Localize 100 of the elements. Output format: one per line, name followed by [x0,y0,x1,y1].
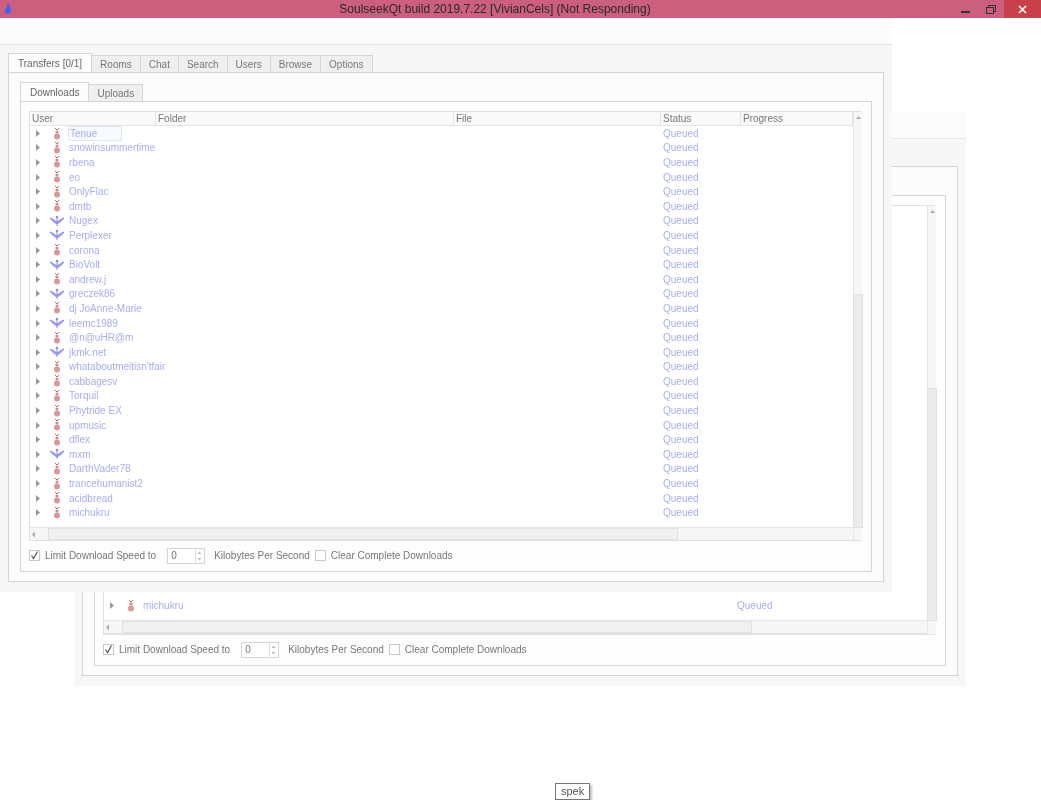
expand-arrow-icon[interactable] [36,144,40,152]
close-button[interactable] [1004,0,1041,18]
user-name[interactable]: OnlyFlac [68,185,110,199]
tab[interactable]: Transfers [0/1] [8,53,93,72]
expand-arrow-icon[interactable] [36,217,40,225]
expand-arrow-icon[interactable] [36,130,40,137]
expand-arrow-icon[interactable] [36,509,40,517]
user-name[interactable]: dmtb [68,199,93,213]
user-name[interactable]: mxm [68,447,92,461]
expand-arrow-icon[interactable] [36,202,40,210]
status-text: Queued [662,361,699,373]
status-text: Queued [662,434,699,446]
checkbox[interactable] [29,550,40,561]
scroll-left-icon[interactable] [104,622,112,632]
user-name[interactable]: eo [68,170,82,184]
expand-arrow-icon[interactable] [36,334,40,342]
tab[interactable]: Browse [269,55,322,72]
column-header[interactable]: Status [661,112,741,125]
limit-speed-label: Limit Download Speed to [45,550,157,561]
status-text: Queued [662,259,699,271]
status-text: Queued [662,229,699,241]
user-name[interactable]: Torquil [68,389,100,403]
user-name[interactable]: Nugex [68,214,99,228]
spin-field[interactable]: 0 [241,641,280,658]
expand-arrow-icon[interactable] [36,421,40,429]
expand-arrow-icon[interactable] [36,188,40,196]
expand-arrow-icon[interactable] [110,602,114,610]
user-name[interactable]: michukru [68,506,111,520]
user-name[interactable]: jkmk.net [68,345,108,359]
expand-arrow-icon[interactable] [36,173,40,181]
user-name[interactable]: upmusic [68,418,108,432]
expand-arrow-icon[interactable] [36,319,40,327]
user-name[interactable]: Perplexer [68,228,113,242]
user-name[interactable]: dflex [68,433,92,447]
expand-arrow-icon[interactable] [36,304,40,312]
scroll-left-icon[interactable] [30,529,38,539]
user-name[interactable]: greczek86 [68,287,117,301]
expand-arrow-icon[interactable] [36,450,40,458]
bird-icon [50,448,64,461]
tab[interactable]: Uploads [88,84,144,101]
speed-unit-label: Kilobytes Per Second [288,644,384,655]
user-name[interactable]: @n@uHR@m [68,331,135,345]
expand-arrow-icon[interactable] [36,348,40,356]
checkbox[interactable] [103,644,114,655]
expand-arrow-icon[interactable] [36,231,40,239]
user-name[interactable]: cabbagesv [68,374,119,388]
person-icon [53,302,61,315]
user-name[interactable]: whataboutmeitisn'tfair [68,360,167,374]
expand-arrow-icon[interactable] [36,159,40,166]
user-name[interactable]: andrew.j [68,272,108,286]
bird-icon [50,287,64,300]
status-text: Queued [662,346,699,358]
column-header[interactable]: File [454,112,661,125]
expand-arrow-icon[interactable] [36,407,40,415]
person-icon [53,462,61,475]
user-name[interactable]: leemc1989 [68,316,119,330]
expand-arrow-icon[interactable] [36,377,40,385]
user-name[interactable]: BioVolt [68,258,102,272]
expand-arrow-icon[interactable] [36,392,40,400]
user-name[interactable]: snowinsummertime [68,141,157,155]
expand-arrow-icon[interactable] [36,480,40,488]
vertical-scrollbar[interactable] [853,112,862,540]
user-name[interactable]: acidbread [68,491,114,505]
user-name[interactable]: Phytride EX [68,404,123,418]
expand-arrow-icon[interactable] [36,290,40,298]
tab[interactable]: Options [320,55,373,72]
horizontal-scrollbar[interactable] [30,527,853,540]
column-header[interactable]: Folder [156,112,454,125]
vertical-scrollbar[interactable] [927,206,936,633]
user-name[interactable]: michukru [142,599,185,613]
person-icon [53,477,61,490]
status-text: Queued [662,463,699,475]
user-name[interactable]: trancehumanist2 [68,477,144,491]
user-name[interactable]: DarthVader78 [68,462,132,476]
expand-arrow-icon[interactable] [36,465,40,473]
tab[interactable]: Downloads [20,82,90,101]
expand-arrow-icon[interactable] [36,363,40,371]
tab[interactable]: Chat [139,55,179,72]
status-text: Queued [662,142,699,154]
close-icon [1018,4,1027,14]
horizontal-scrollbar[interactable] [104,620,927,633]
tab[interactable]: Search [177,55,228,72]
expand-arrow-icon[interactable] [36,261,40,269]
tab[interactable]: Users [226,55,271,72]
speed-unit-label: Kilobytes Per Second [214,550,310,561]
user-name[interactable]: dj JoAnne-Marie [68,301,143,315]
status-text: Queued [662,157,699,168]
tab[interactable]: Rooms [91,55,141,72]
expand-arrow-icon[interactable] [36,275,40,283]
user-name[interactable]: Tenue [68,126,123,141]
expand-arrow-icon[interactable] [36,436,40,444]
window-title: SoulseekQt build 2019.7.22 [VivianCels] (Not Responding) [338,2,652,16]
column-header[interactable]: User [30,112,156,125]
clear-downloads-label: Clear Complete Downloads [404,644,527,655]
user-name[interactable]: corona [68,243,101,257]
expand-arrow-icon[interactable] [36,494,40,502]
expand-arrow-icon[interactable] [36,246,40,254]
status-text: Queued [662,317,699,329]
user-name[interactable]: rbena [68,156,96,169]
spin-field[interactable]: 0 [167,547,206,564]
